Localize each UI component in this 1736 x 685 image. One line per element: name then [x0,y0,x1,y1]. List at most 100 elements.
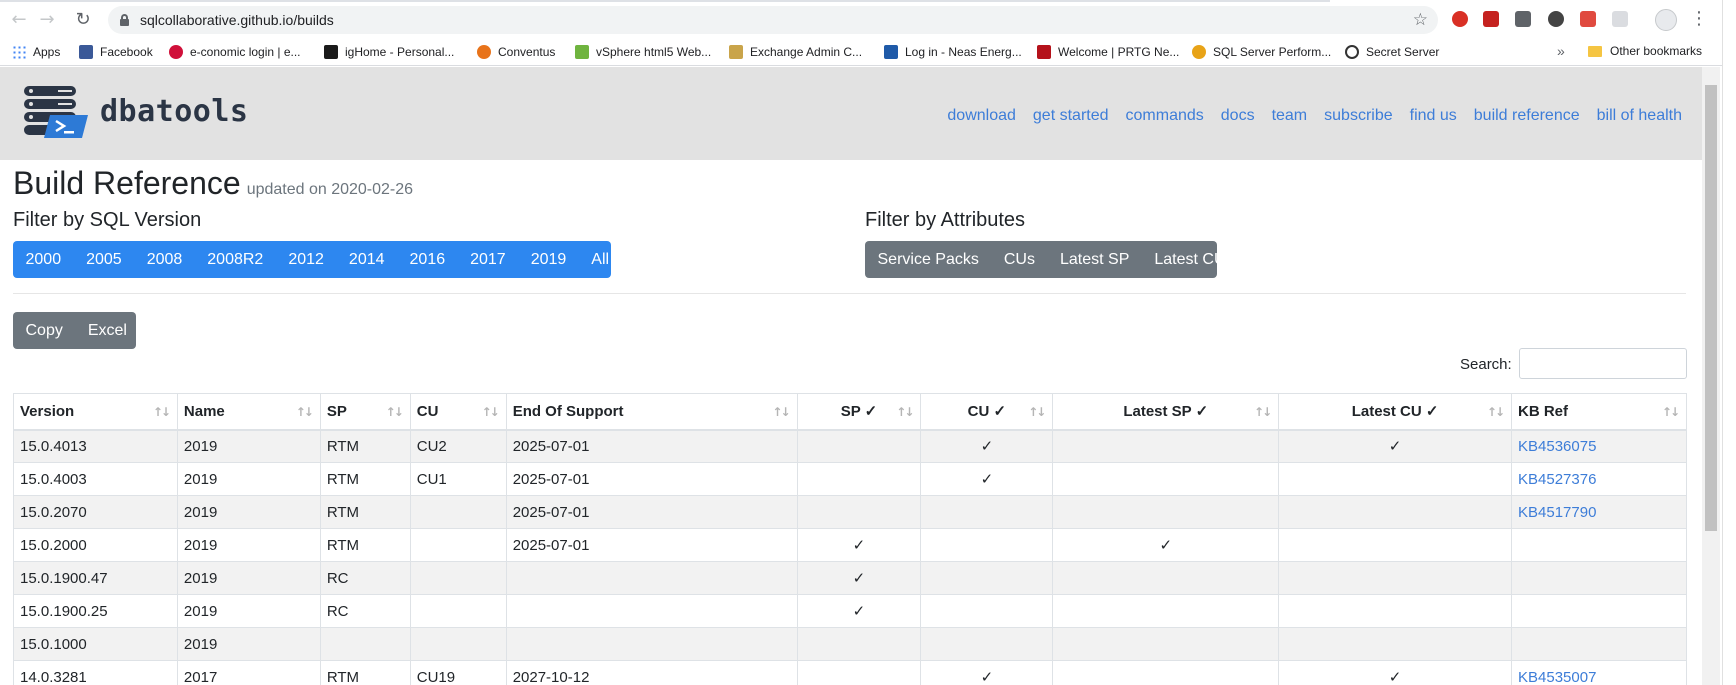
folder-extension-icon[interactable] [1612,11,1628,27]
brand-name[interactable]: dbatools [100,94,249,129]
sort-arrows-icon[interactable]: ↑↓ [896,405,914,419]
bookmark-prtg[interactable]: Welcome | PRTG Ne... [1037,44,1179,60]
dbatools-logo-icon [24,86,88,138]
scrollbar-thumb[interactable] [1705,85,1717,531]
nav-docs[interactable]: docs [1221,107,1255,125]
bookmark-star-icon[interactable]: ☆ [1413,10,1428,30]
divider [13,293,1686,294]
browser-menu-icon[interactable]: ⋮ [1690,9,1708,29]
bookmark-ighome[interactable]: igHome - Personal... [324,44,454,60]
table-row: 15.0.1900.25 2019 RC ✓ [13,594,1687,628]
adblock-plus-icon[interactable] [1483,11,1499,27]
table-cell [1511,561,1687,595]
check-cell [1278,528,1512,562]
sort-arrows-icon[interactable]: ↑↓ [1254,405,1272,419]
sort-arrows-icon[interactable]: ↑↓ [386,405,404,419]
column-header[interactable]: Name ↑↓ [176,393,321,431]
column-header[interactable]: KB Ref ↑↓ [1511,393,1687,431]
page-title: Build Reference updated on 2020-02-26 [13,165,413,202]
check-cell [796,429,922,463]
version-2008r2-button[interactable]: 2008R2 [195,241,276,278]
sort-arrows-icon[interactable]: ↑↓ [482,405,500,419]
copy-button[interactable]: Copy [13,312,75,349]
table-cell: RC [319,594,411,628]
nav-get-started[interactable]: get started [1033,107,1109,125]
sort-arrows-icon[interactable]: ↑↓ [153,405,171,419]
column-header[interactable]: CU ✓ ↑↓ [920,393,1054,431]
version-2005-button[interactable]: 2005 [74,241,135,278]
nav-subscribe[interactable]: subscribe [1324,107,1392,125]
latest-sp-button[interactable]: Latest SP [1047,241,1141,278]
bookmark-facebook[interactable]: Facebook [79,44,153,60]
bookmark-exchange[interactable]: Exchange Admin C... [729,44,862,60]
forward-arrow-icon[interactable]: → [36,9,58,31]
cus-button[interactable]: CUs [991,241,1047,278]
table-row: 14.0.3281 2017 RTM CU19 2027-10-12 ✓ ✓ KB453500… [13,660,1687,685]
nav-download[interactable]: download [947,107,1016,125]
back-arrow-icon[interactable]: ← [8,9,30,31]
prtg-icon [1037,45,1051,59]
bookmark-e-conomic[interactable]: e-conomic login | e... [169,44,301,60]
sort-arrows-icon[interactable]: ↑↓ [1487,405,1505,419]
l-extension-icon[interactable] [1515,11,1531,27]
nav-bill-of-health[interactable]: bill of health [1597,107,1682,125]
column-header[interactable]: Latest CU ✓ ↑↓ [1278,393,1512,431]
bookmark-label: Log in - Neas Energ... [905,45,1022,59]
table-cell [1511,528,1687,562]
column-header[interactable]: Latest SP ✓ ↑↓ [1052,393,1280,431]
other-bookmarks[interactable]: Other bookmarks [1588,44,1702,58]
nav-team[interactable]: team [1272,107,1308,125]
version-2014-button[interactable]: 2014 [336,241,397,278]
search-input[interactable] [1519,348,1687,379]
version-2017-button[interactable]: 2017 [458,241,519,278]
circle-extension-icon[interactable] [1548,11,1564,27]
bookmark-vsphere[interactable]: vSphere html5 Web... [575,44,711,60]
version-2019-button[interactable]: 2019 [518,241,579,278]
column-header[interactable]: Version ↑↓ [13,393,178,431]
check-cell: ✓ [796,594,922,628]
adblock-hand-icon[interactable] [1452,11,1468,27]
version-2012-button[interactable]: 2012 [276,241,337,278]
service-packs-button[interactable]: Service Packs [865,241,991,278]
facebook-icon [79,45,93,59]
bookmark-secret-server[interactable]: Secret Server [1345,44,1439,60]
version-2000-button[interactable]: 2000 [13,241,74,278]
bookmark-neas[interactable]: Log in - Neas Energ... [884,44,1022,60]
reload-icon[interactable]: ↻ [72,9,94,31]
table-cell: CU1 [409,462,507,496]
sort-arrows-icon[interactable]: ↑↓ [296,405,314,419]
kb-link[interactable]: KB4517790 [1518,504,1596,521]
sort-arrows-icon[interactable]: ↑↓ [772,405,790,419]
sort-arrows-icon[interactable]: ↑↓ [1662,405,1680,419]
excel-button[interactable]: Excel [75,312,136,349]
bookmark-label: igHome - Personal... [345,45,455,59]
page-scrollbar[interactable] [1702,67,1720,685]
column-header[interactable]: CU ↑↓ [409,393,507,431]
latest-cu-button[interactable]: Latest CU [1142,241,1217,278]
search-label: Search: [1460,356,1512,373]
address-bar[interactable]: sqlcollaborative.github.io/builds ☆ [108,6,1438,34]
url-text[interactable]: sqlcollaborative.github.io/builds [140,12,334,28]
column-header[interactable]: End Of Support ↑↓ [505,393,798,431]
column-header[interactable]: SP ✓ ↑↓ [796,393,922,431]
export-button-group: Copy Excel [13,312,136,349]
bookmark-apps[interactable]: Apps [12,44,60,60]
nav-build-reference[interactable]: build reference [1474,107,1580,125]
profile-avatar-icon[interactable] [1655,9,1677,31]
nav-commands[interactable]: commands [1126,107,1204,125]
bookmark-sql-perf[interactable]: SQL Server Perform... [1192,44,1331,60]
column-header[interactable]: SP ↑↓ [319,393,411,431]
nav-find-us[interactable]: find us [1410,107,1457,125]
kb-link[interactable]: KB4536075 [1518,438,1596,455]
version-2016-button[interactable]: 2016 [397,241,458,278]
kb-link[interactable]: KB4535007 [1518,669,1596,685]
kb-link[interactable]: KB4527376 [1518,471,1596,488]
check-cell [1278,462,1512,496]
more-bookmarks-chevron-icon[interactable]: » [1557,43,1565,59]
table-cell [1511,594,1687,628]
version-all-button[interactable]: All [579,241,611,278]
pdf-extension-icon[interactable] [1580,11,1596,27]
bookmark-conventus[interactable]: Conventus [477,44,555,60]
sort-arrows-icon[interactable]: ↑↓ [1028,405,1046,419]
version-2008-button[interactable]: 2008 [134,241,195,278]
